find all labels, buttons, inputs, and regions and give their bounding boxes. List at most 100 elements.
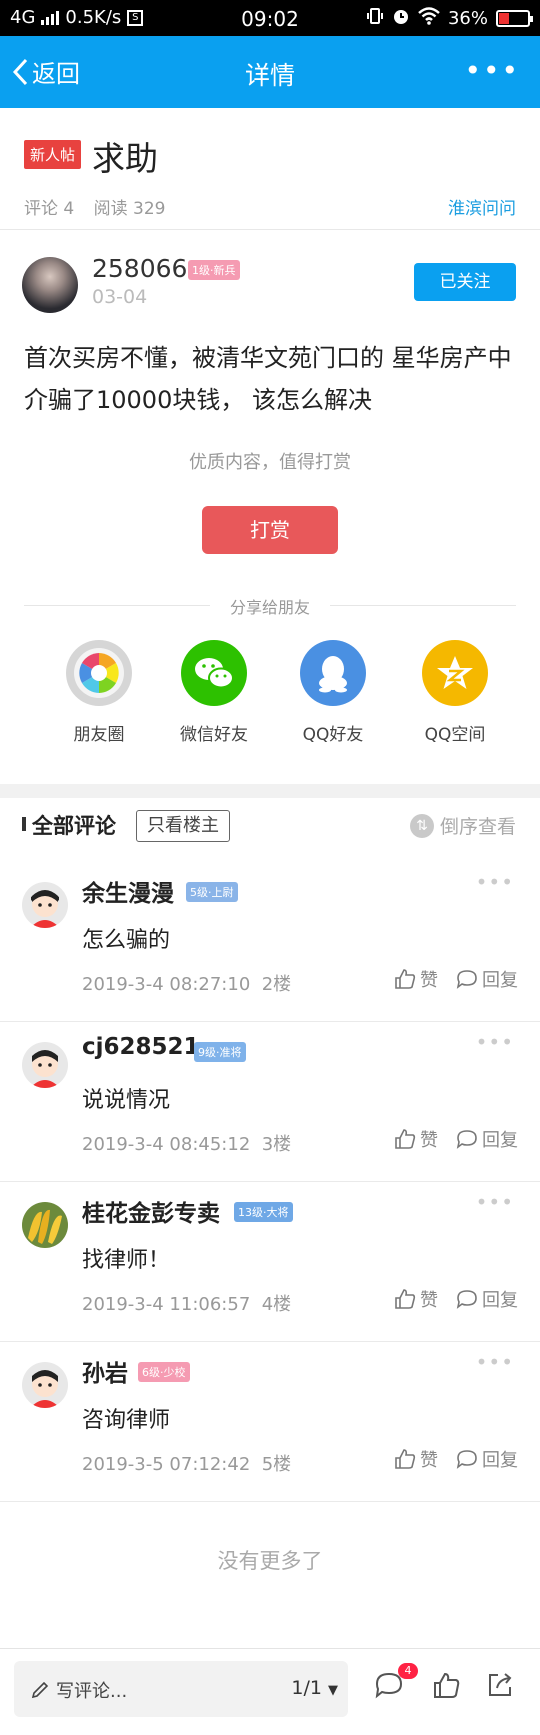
comment-item: 孙岩 6级·少校 ••• 咨询律师 2019-3-5 07:12:42 5楼 赞… (0, 1342, 540, 1502)
battery-level (499, 13, 510, 24)
comment-meta: 2019-3-4 08:27:10 2楼 (82, 970, 291, 996)
like-button[interactable]: 赞 (394, 1286, 438, 1312)
forum-link[interactable]: 淮滨问问 (448, 194, 516, 219)
comment-item: 余生漫漫 5级·上尉 ••• 怎么骗的 2019-3-4 08:27:10 2楼… (0, 862, 540, 1022)
comment-floor: 5楼 (261, 1454, 292, 1475)
speech-bubble-icon (456, 1130, 477, 1149)
reply-button[interactable]: 回复 (456, 1446, 518, 1472)
write-comment-input[interactable]: 写评论... 1/1 ▼ (14, 1661, 348, 1717)
commenter-level-badge: 5级·上尉 (186, 882, 238, 902)
share-moments[interactable]: 朋友圈 (49, 640, 149, 745)
share-icon (489, 1673, 512, 1696)
like-label: 赞 (420, 1450, 438, 1471)
comment-time: 2019-3-4 08:27:10 (82, 974, 251, 995)
moments-icon (66, 640, 132, 706)
reply-label: 回复 (482, 1450, 518, 1471)
comment-actions: 赞 回复 (394, 1286, 518, 1312)
reward-button[interactable]: 打赏 (202, 506, 338, 554)
comment-time: 2019-3-4 11:06:57 (82, 1294, 251, 1315)
commenter-avatar[interactable] (22, 1362, 68, 1408)
comment-text: 咨询律师 (82, 1408, 171, 1433)
qq-icon (300, 640, 366, 706)
comment-item: cj628521 9级·准将 ••• 说说情况 2019-3-4 08:45:1… (0, 1022, 540, 1182)
commenter-avatar[interactable] (22, 1202, 68, 1248)
vibrate-icon (366, 7, 384, 30)
section-marker (22, 817, 26, 831)
comment-meta: 2019-3-4 08:45:12 3楼 (82, 1130, 291, 1156)
commenter-level-badge: 9级·准将 (194, 1042, 246, 1062)
commenter-avatar[interactable] (22, 882, 68, 928)
reply-label: 回复 (482, 970, 518, 991)
like-post-button[interactable] (432, 1671, 460, 1703)
wechat-icon (181, 640, 247, 706)
speech-bubble-icon (456, 970, 477, 989)
commenter-name[interactable]: cj628521 (82, 1034, 200, 1060)
comment-meta: 2019-3-4 11:06:57 4楼 (82, 1290, 291, 1316)
like-button[interactable]: 赞 (394, 966, 438, 992)
alarm-icon (392, 7, 410, 30)
commenter-name[interactable]: 孙岩 (82, 1354, 128, 1388)
comment-more-button[interactable]: ••• (476, 1190, 514, 1214)
comment-more-button[interactable]: ••• (476, 870, 514, 894)
comment-actions: 赞 回复 (394, 966, 518, 992)
share-qzone[interactable]: QQ空间 (405, 640, 505, 745)
comment-time: 2019-3-4 08:45:12 (82, 1134, 251, 1155)
post-meta: 评论 4 阅读 329 (24, 194, 166, 219)
write-comment-placeholder: 写评论... (30, 1677, 127, 1703)
op-only-button[interactable]: 只看楼主 (136, 810, 230, 842)
commenter-level-badge: 6级·少校 (138, 1362, 190, 1382)
reply-button[interactable]: 回复 (456, 966, 518, 992)
sort-icon: ⇅ (409, 813, 434, 838)
pencil-icon (31, 1681, 49, 1699)
bottom-bar: 写评论... 1/1 ▼ 4 (0, 1648, 540, 1735)
like-label: 赞 (420, 1290, 438, 1311)
author-level-badge: 1级·新兵 (188, 260, 240, 280)
author-name[interactable]: 258066 (92, 254, 187, 283)
comment-count-badge: 4 (398, 1663, 418, 1679)
commenter-name[interactable]: 桂花金彭专卖 (82, 1194, 220, 1228)
comment-count: 评论 4 (24, 199, 75, 219)
reply-button[interactable]: 回复 (456, 1126, 518, 1152)
reply-button[interactable]: 回复 (456, 1286, 518, 1312)
comment-more-button[interactable]: ••• (476, 1350, 514, 1374)
newbie-tag: 新人帖 (24, 140, 82, 169)
thumbs-up-icon (434, 1672, 460, 1698)
author-avatar[interactable] (22, 257, 78, 313)
reward-hint: 优质内容，值得打赏 (189, 452, 351, 473)
comment-floor: 4楼 (261, 1294, 292, 1315)
comment-floor: 3楼 (261, 1134, 292, 1155)
like-button[interactable]: 赞 (394, 1126, 438, 1152)
page-selector[interactable]: 1/1 ▼ (291, 1677, 338, 1699)
thumbs-up-icon (395, 1129, 416, 1149)
share-button[interactable] (486, 1671, 514, 1703)
speech-bubble-icon (456, 1450, 477, 1469)
comment-meta: 2019-3-5 07:12:42 5楼 (82, 1450, 291, 1476)
share-moments-label: 朋友圈 (73, 725, 125, 745)
page-title: 详情 (244, 61, 295, 90)
thumbs-up-icon (395, 1449, 416, 1469)
like-label: 赞 (420, 970, 438, 991)
commenter-avatar[interactable] (22, 1042, 68, 1088)
comment-more-button[interactable]: ••• (476, 1030, 514, 1054)
battery-percent: 36% (447, 8, 488, 29)
status-right: 36% (366, 7, 533, 30)
follow-button[interactable]: 已关注 (414, 263, 516, 301)
commenter-name[interactable]: 余生漫漫 (82, 874, 174, 908)
comment-actions: 赞 回复 (394, 1446, 518, 1472)
comment-text: 怎么骗的 (82, 928, 171, 953)
more-menu-button[interactable]: ••• (464, 54, 520, 87)
share-qq[interactable]: QQ好友 (283, 640, 383, 745)
like-button[interactable]: 赞 (394, 1446, 438, 1472)
reverse-order-button[interactable]: ⇅ 倒序查看 (409, 812, 516, 839)
comments-title: 全部评论 (32, 814, 116, 838)
share-qq-label: QQ好友 (302, 725, 364, 745)
reply-label: 回复 (482, 1290, 518, 1311)
no-more-label: 没有更多了 (217, 1549, 323, 1573)
thumbs-up-icon (395, 969, 416, 989)
post-header: 新人帖 求助 评论 4 阅读 329 淮滨问问 (0, 108, 540, 230)
share-label: 分享给朋友 (229, 598, 310, 617)
comment-text: 找律师！ (82, 1248, 171, 1273)
like-label: 赞 (420, 1130, 438, 1151)
share-wechat[interactable]: 微信好友 (164, 640, 264, 745)
post-date: 03-04 (92, 286, 148, 308)
